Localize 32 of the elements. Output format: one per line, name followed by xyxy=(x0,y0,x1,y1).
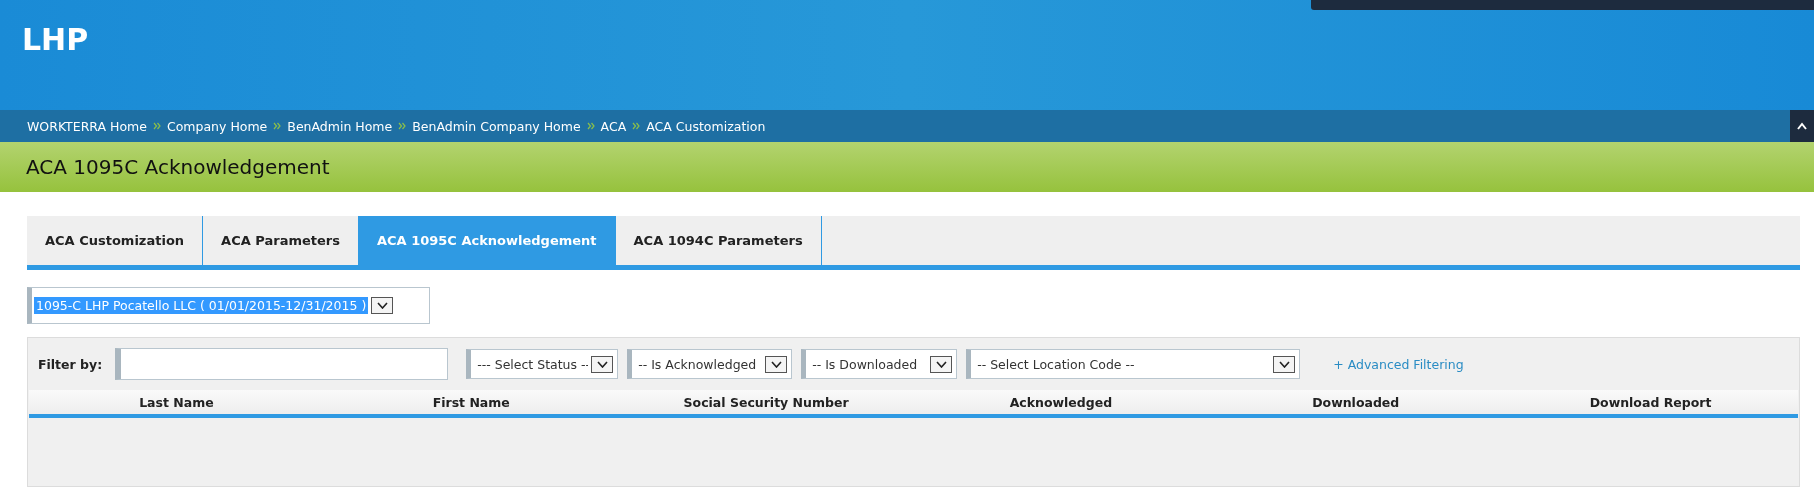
filter-label: Filter by: xyxy=(38,356,103,372)
column-header: Acknowledged xyxy=(1008,394,1114,410)
caret-up-icon xyxy=(1797,122,1807,130)
double-chevron-icon xyxy=(632,122,641,130)
tab[interactable]: ACA 1095C Acknowledgement xyxy=(358,216,616,265)
column-header: Social Security Number xyxy=(682,394,850,410)
breadcrumb-link[interactable]: ACA Customization xyxy=(646,118,766,134)
tab[interactable]: ACA 1094C Parameters xyxy=(615,216,822,265)
column-header: Last Name xyxy=(138,394,215,410)
breadcrumb-link[interactable]: ACA xyxy=(600,118,627,134)
filter-select[interactable]: -- Select Location Code -- xyxy=(966,349,1301,379)
advanced-filtering-link[interactable]: + Advanced Filtering xyxy=(1333,356,1464,372)
form-select[interactable]: 1095-C LHP Pocatello LLC ( 01/01/2015-12/31/2015 ) xyxy=(27,287,430,324)
column-header: Downloaded xyxy=(1311,394,1401,410)
filter-select[interactable]: -- Is Acknowledged xyxy=(627,349,793,379)
double-chevron-icon xyxy=(586,122,595,130)
company-logo: LHP xyxy=(22,22,89,57)
column-header: Download Report xyxy=(1588,394,1713,410)
breadcrumb-link[interactable]: Company Home xyxy=(166,118,268,134)
double-chevron-icon xyxy=(152,122,161,130)
collapse-button[interactable] xyxy=(1790,110,1814,142)
column-header: First Name xyxy=(431,394,511,410)
breadcrumb-link[interactable]: WORKTERRA Home xyxy=(27,118,147,134)
filter-input[interactable] xyxy=(115,348,449,380)
double-chevron-icon xyxy=(398,122,407,130)
tab[interactable]: ACA Customization xyxy=(27,216,204,265)
breadcrumb-link[interactable]: BenAdmin Home xyxy=(287,118,393,134)
double-chevron-icon xyxy=(273,122,282,130)
page-title: ACA 1095C Acknowledgement xyxy=(26,155,330,179)
breadcrumb-link[interactable]: BenAdmin Company Home xyxy=(412,118,581,134)
filter-select[interactable]: -- Is Downloaded xyxy=(801,349,958,379)
tab[interactable]: ACA Parameters xyxy=(203,216,359,265)
